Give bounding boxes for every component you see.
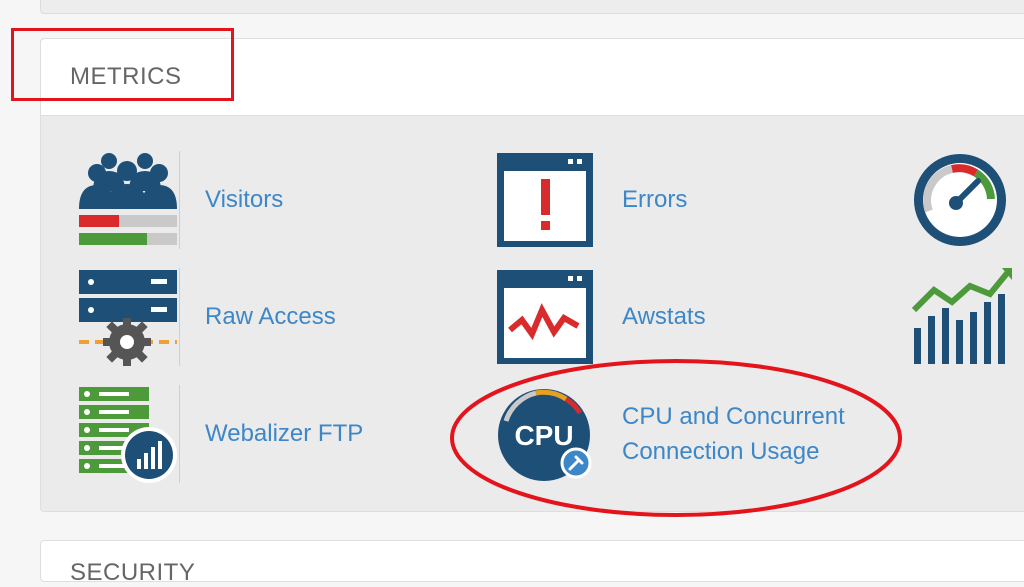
webalizer-ftp-link[interactable]: Webalizer FTP (79, 385, 439, 483)
bandwidth-gauge-icon (912, 151, 1012, 249)
metrics-panel: METRICS Visitors Errors Raw Access Awsta… (40, 38, 1024, 512)
cpu-usage-label-line2: Connection Usage (622, 438, 820, 465)
cpu-icon-text: CPU (514, 420, 573, 451)
visitors-label: Visitors (205, 186, 284, 213)
analytics-chart-icon (911, 268, 1012, 366)
webalizer-ftp-label: Webalizer FTP (205, 420, 364, 447)
cpu-usage-link[interactable]: CPU CPU and Concurrent Connection Usage (496, 385, 896, 483)
raw-access-icon (79, 268, 180, 366)
errors-link[interactable]: Errors (496, 151, 756, 249)
raw-access-label: Raw Access (205, 303, 336, 330)
visitors-link[interactable]: Visitors (79, 151, 339, 249)
security-panel: SECURITY (40, 540, 1024, 586)
errors-label: Errors (622, 186, 688, 213)
awstats-icon (496, 268, 596, 366)
previous-section-panel (40, 0, 1024, 14)
awstats-link[interactable]: Awstats (496, 268, 796, 366)
metrics-panel-header: METRICS (41, 39, 1024, 116)
cpu-usage-label-line1: CPU and Concurrent (622, 403, 845, 430)
visitors-icon (79, 151, 180, 249)
errors-icon (496, 151, 596, 249)
webalizer-ftp-icon (79, 385, 180, 483)
security-title: SECURITY (70, 559, 196, 586)
analytics-link[interactable] (911, 268, 1012, 366)
awstats-label: Awstats (622, 303, 706, 330)
bandwidth-link[interactable] (912, 151, 1012, 249)
metrics-title: METRICS (70, 63, 182, 90)
raw-access-link[interactable]: Raw Access (79, 268, 399, 366)
cpu-icon: CPU (496, 385, 596, 483)
